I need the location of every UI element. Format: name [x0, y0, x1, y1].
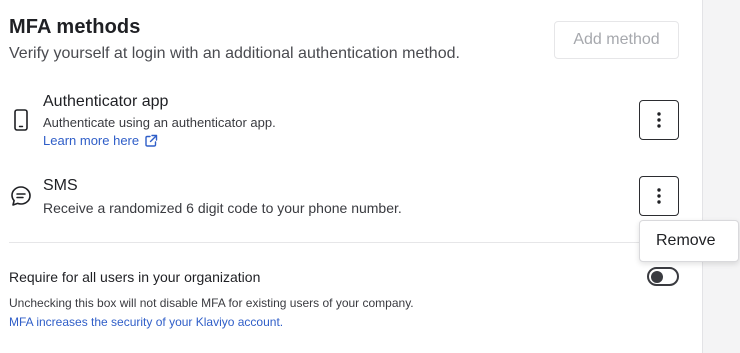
learn-more-link[interactable]: Learn more here: [43, 133, 158, 148]
toggle-knob: [651, 270, 663, 283]
mfa-settings-card: MFA methods Verify yourself at login wit…: [0, 0, 703, 353]
require-org-note: Unchecking this box will not disable MFA…: [9, 296, 414, 310]
method-description-authenticator: Authenticate using an authenticator app.: [43, 115, 276, 130]
external-link-icon: [144, 134, 158, 148]
require-org-label: Require for all users in your organizati…: [9, 269, 261, 285]
options-dropdown-menu: Remove: [639, 220, 739, 262]
authenticator-options-button[interactable]: [639, 100, 679, 140]
require-org-toggle[interactable]: [647, 267, 679, 286]
phone-icon: [9, 108, 33, 132]
remove-menu-item[interactable]: Remove: [656, 232, 716, 250]
page-title: MFA methods: [9, 16, 141, 38]
section-divider: [9, 242, 679, 243]
add-method-button[interactable]: Add method: [554, 21, 679, 59]
sms-options-button[interactable]: [639, 176, 679, 216]
kebab-menu-icon: [657, 188, 661, 204]
method-name-authenticator: Authenticator app: [43, 93, 169, 110]
chat-bubble-icon: [9, 184, 33, 208]
method-description-sms: Receive a randomized 6 digit code to you…: [43, 200, 402, 216]
kebab-menu-icon: [657, 112, 661, 128]
method-name-sms: SMS: [43, 177, 78, 194]
page-subtitle: Verify yourself at login with an additio…: [9, 45, 460, 62]
learn-more-link-label: Learn more here: [43, 133, 140, 148]
mfa-security-link[interactable]: MFA increases the security of your Klavi…: [9, 315, 283, 329]
